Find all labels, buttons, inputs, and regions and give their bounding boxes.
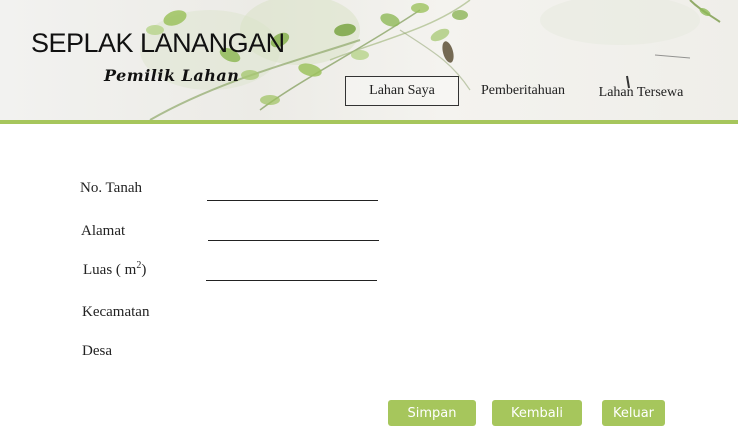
simpan-button[interactable]: Simpan <box>388 400 476 426</box>
kecamatan-label: Kecamatan <box>82 304 150 320</box>
no-tanah-label: No. Tanah <box>80 180 142 196</box>
app-title: SEPLAK LANANGAN <box>31 28 285 58</box>
app-subtitle: Pemilik Lahan <box>104 66 240 85</box>
luas-input[interactable] <box>206 259 377 281</box>
no-tanah-input[interactable] <box>207 179 378 201</box>
alamat-input[interactable] <box>208 219 379 241</box>
keluar-button[interactable]: Keluar <box>602 400 665 426</box>
desa-label: Desa <box>82 343 112 359</box>
tab-pemberitahuan[interactable]: Pemberitahuan <box>472 76 574 106</box>
kembali-button[interactable]: Kembali <box>492 400 582 426</box>
tab-lahan-tersewa[interactable]: Lahan Tersewa <box>590 78 692 108</box>
header-divider <box>0 120 738 124</box>
luas-label-close: ) <box>141 262 147 278</box>
luas-label: Luas ( m2) <box>83 260 146 279</box>
alamat-label: Alamat <box>81 223 126 239</box>
tab-lahan-saya[interactable]: Lahan Saya <box>345 76 459 106</box>
luas-label-text: Luas ( m <box>83 262 137 278</box>
